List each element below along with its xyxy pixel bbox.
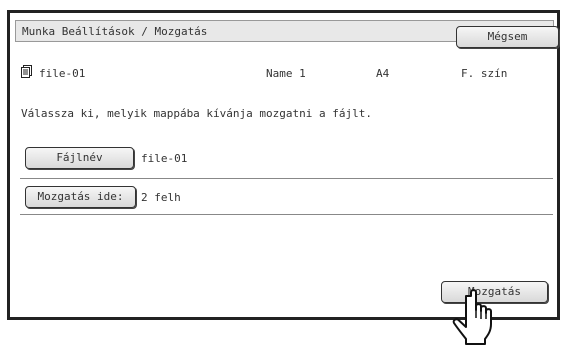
page-title: Munka Beállítások / Mozgatás xyxy=(22,25,208,38)
filename-value: file-01 xyxy=(141,152,188,165)
instruction-text: Válassza ki, melyik mappába kívánja mozg… xyxy=(21,107,372,120)
file-icon xyxy=(20,65,34,79)
move-to-button[interactable]: Mozgatás ide: xyxy=(25,186,136,208)
file-name: file-01 xyxy=(39,67,86,80)
file-info-row: file-01 Name 1 A4 F. szín xyxy=(20,65,553,81)
divider xyxy=(20,214,553,215)
filename-button[interactable]: Fájlnév xyxy=(25,147,134,169)
dialog-frame: Munka Beállítások / Mozgatás Mégsem file… xyxy=(7,10,560,320)
move-to-value: 2 felh xyxy=(141,191,181,204)
cancel-button[interactable]: Mégsem xyxy=(456,26,559,48)
file-user: Name 1 xyxy=(266,67,306,80)
divider xyxy=(20,178,553,179)
file-color-mode: F. szín xyxy=(461,67,508,80)
file-paper-size: A4 xyxy=(376,67,390,80)
pointing-hand-icon xyxy=(447,288,505,346)
